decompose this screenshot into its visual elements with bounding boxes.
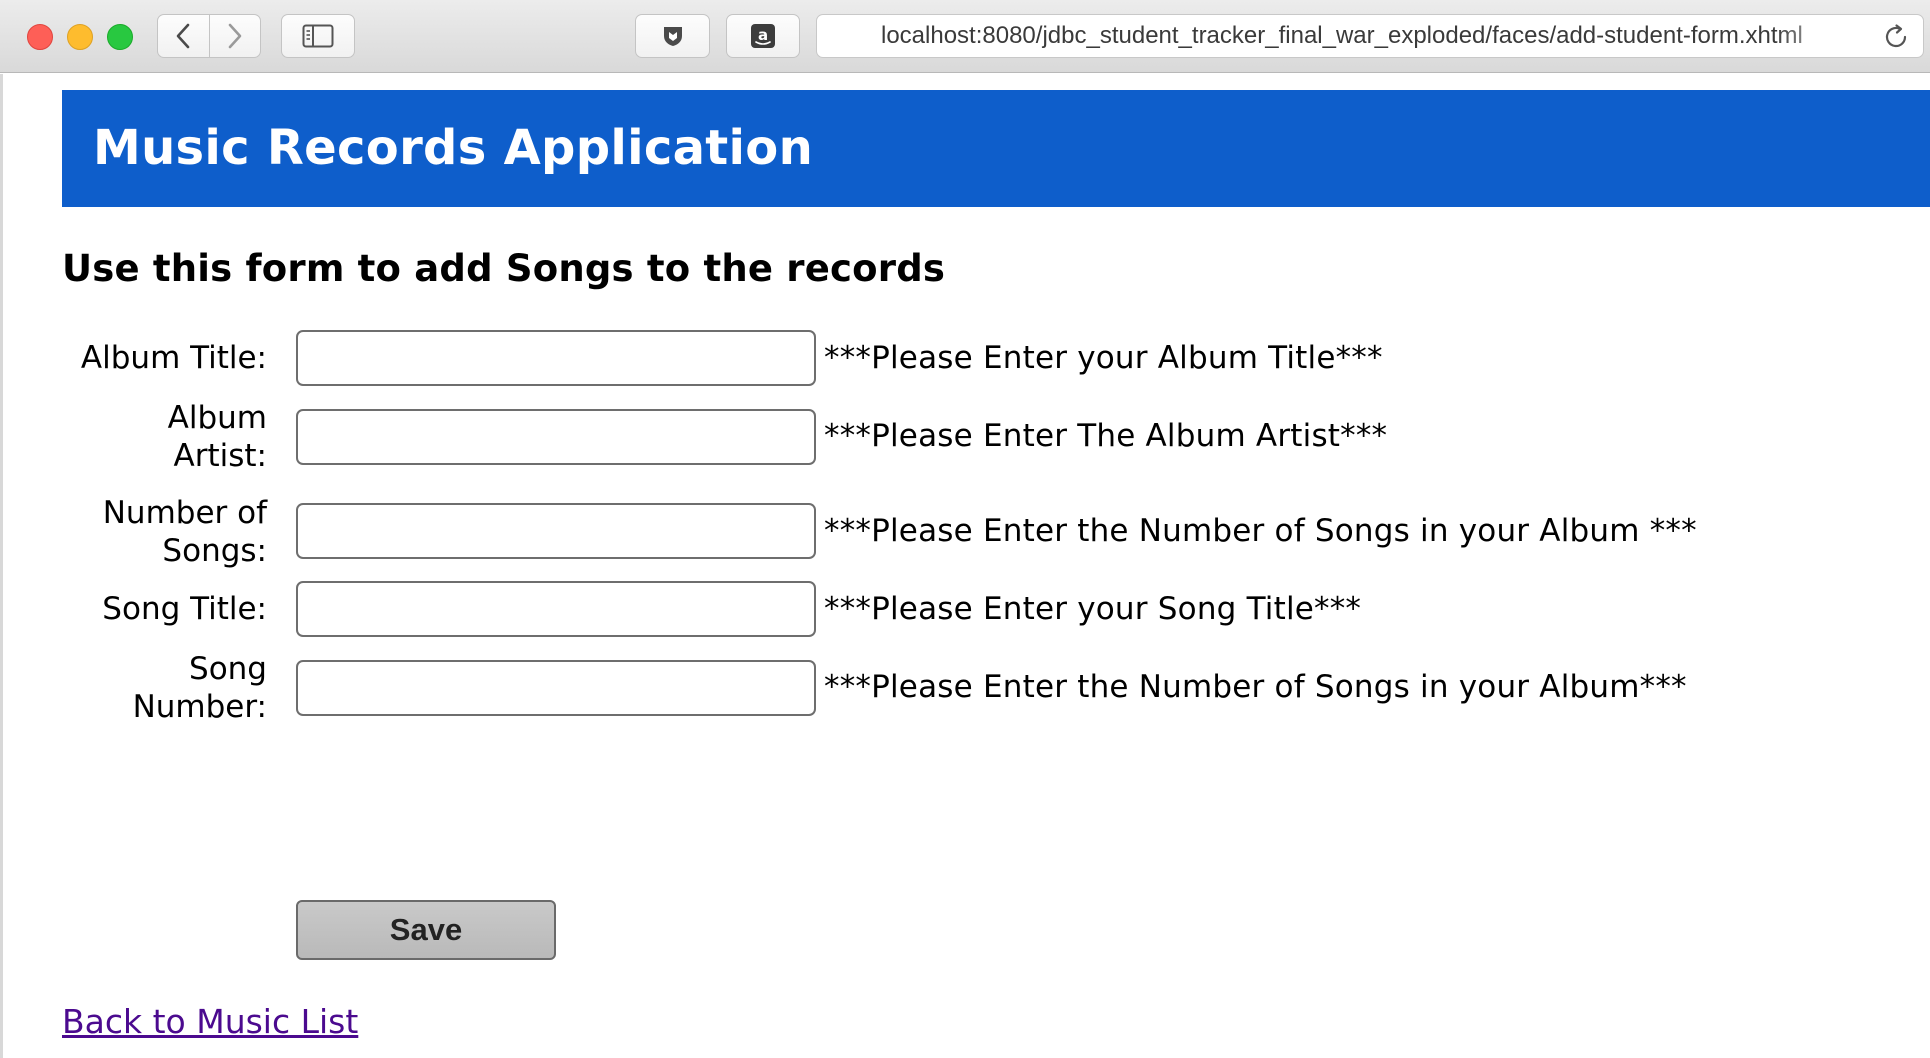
number-of-songs-label-line-1: Number of xyxy=(102,495,267,531)
album-artist-label: Album Artist: xyxy=(37,399,267,475)
window-edge xyxy=(0,74,3,1058)
reload-icon[interactable] xyxy=(1881,22,1911,52)
number-of-songs-input[interactable] xyxy=(296,503,816,559)
song-title-input[interactable] xyxy=(296,581,816,637)
shield-icon xyxy=(663,27,682,46)
album-title-input[interactable] xyxy=(296,330,816,386)
forward-button[interactable] xyxy=(208,15,261,57)
album-artist-label-line-2: Artist: xyxy=(173,438,267,474)
chevron-left-icon xyxy=(176,23,190,49)
navigation-buttons xyxy=(157,14,261,58)
album-artist-label-line-1: Album xyxy=(167,400,267,436)
number-of-songs-hint: ***Please Enter the Number of Songs in y… xyxy=(824,513,1697,549)
song-number-label: Song Number: xyxy=(37,650,267,726)
sidebar-icon xyxy=(302,24,334,48)
song-title-label: Song Title: xyxy=(37,590,267,628)
song-number-label-line-2: Number: xyxy=(132,689,267,725)
album-artist-input[interactable] xyxy=(296,409,816,465)
song-number-label-line-1: Song xyxy=(189,651,267,687)
browser-toolbar: a localhost:8080/jdbc_student_tracker_fi… xyxy=(0,0,1930,73)
maximize-window-button[interactable] xyxy=(107,24,133,50)
album-title-label: Album Title: xyxy=(37,339,267,377)
chevron-right-icon xyxy=(228,23,242,49)
amazon-icon: a xyxy=(751,24,775,48)
album-title-hint: ***Please Enter your Album Title*** xyxy=(824,340,1383,376)
sidebar-button[interactable] xyxy=(281,14,355,58)
album-artist-hint: ***Please Enter The Album Artist*** xyxy=(824,418,1388,454)
save-button[interactable]: Save xyxy=(296,900,556,960)
song-title-label-text: Song Title: xyxy=(102,591,267,627)
page-content: Music Records Application Use this form … xyxy=(0,74,1930,1058)
address-bar[interactable]: localhost:8080/jdbc_student_tracker_fina… xyxy=(816,14,1924,58)
form-heading: Use this form to add Songs to the record… xyxy=(62,247,946,290)
song-title-hint: ***Please Enter your Song Title*** xyxy=(824,591,1362,627)
app-title: Music Records Application xyxy=(93,120,814,176)
extension-button[interactable] xyxy=(635,14,710,58)
song-number-input[interactable] xyxy=(296,660,816,716)
url-text: localhost:8080/jdbc_student_tracker_fina… xyxy=(881,22,1803,49)
amazon-extension-button[interactable]: a xyxy=(726,14,800,58)
album-title-label-text: Album Title: xyxy=(80,340,267,376)
song-number-hint: ***Please Enter the Number of Songs in y… xyxy=(824,669,1687,705)
number-of-songs-label: Number of Songs: xyxy=(37,494,267,570)
back-to-music-list-link[interactable]: Back to Music List xyxy=(62,1002,358,1041)
back-button[interactable] xyxy=(158,15,209,57)
close-window-button[interactable] xyxy=(27,24,53,50)
svg-text:a: a xyxy=(758,26,768,44)
number-of-songs-label-line-2: Songs: xyxy=(162,533,267,569)
minimize-window-button[interactable] xyxy=(67,24,93,50)
app-header: Music Records Application xyxy=(62,90,1930,207)
